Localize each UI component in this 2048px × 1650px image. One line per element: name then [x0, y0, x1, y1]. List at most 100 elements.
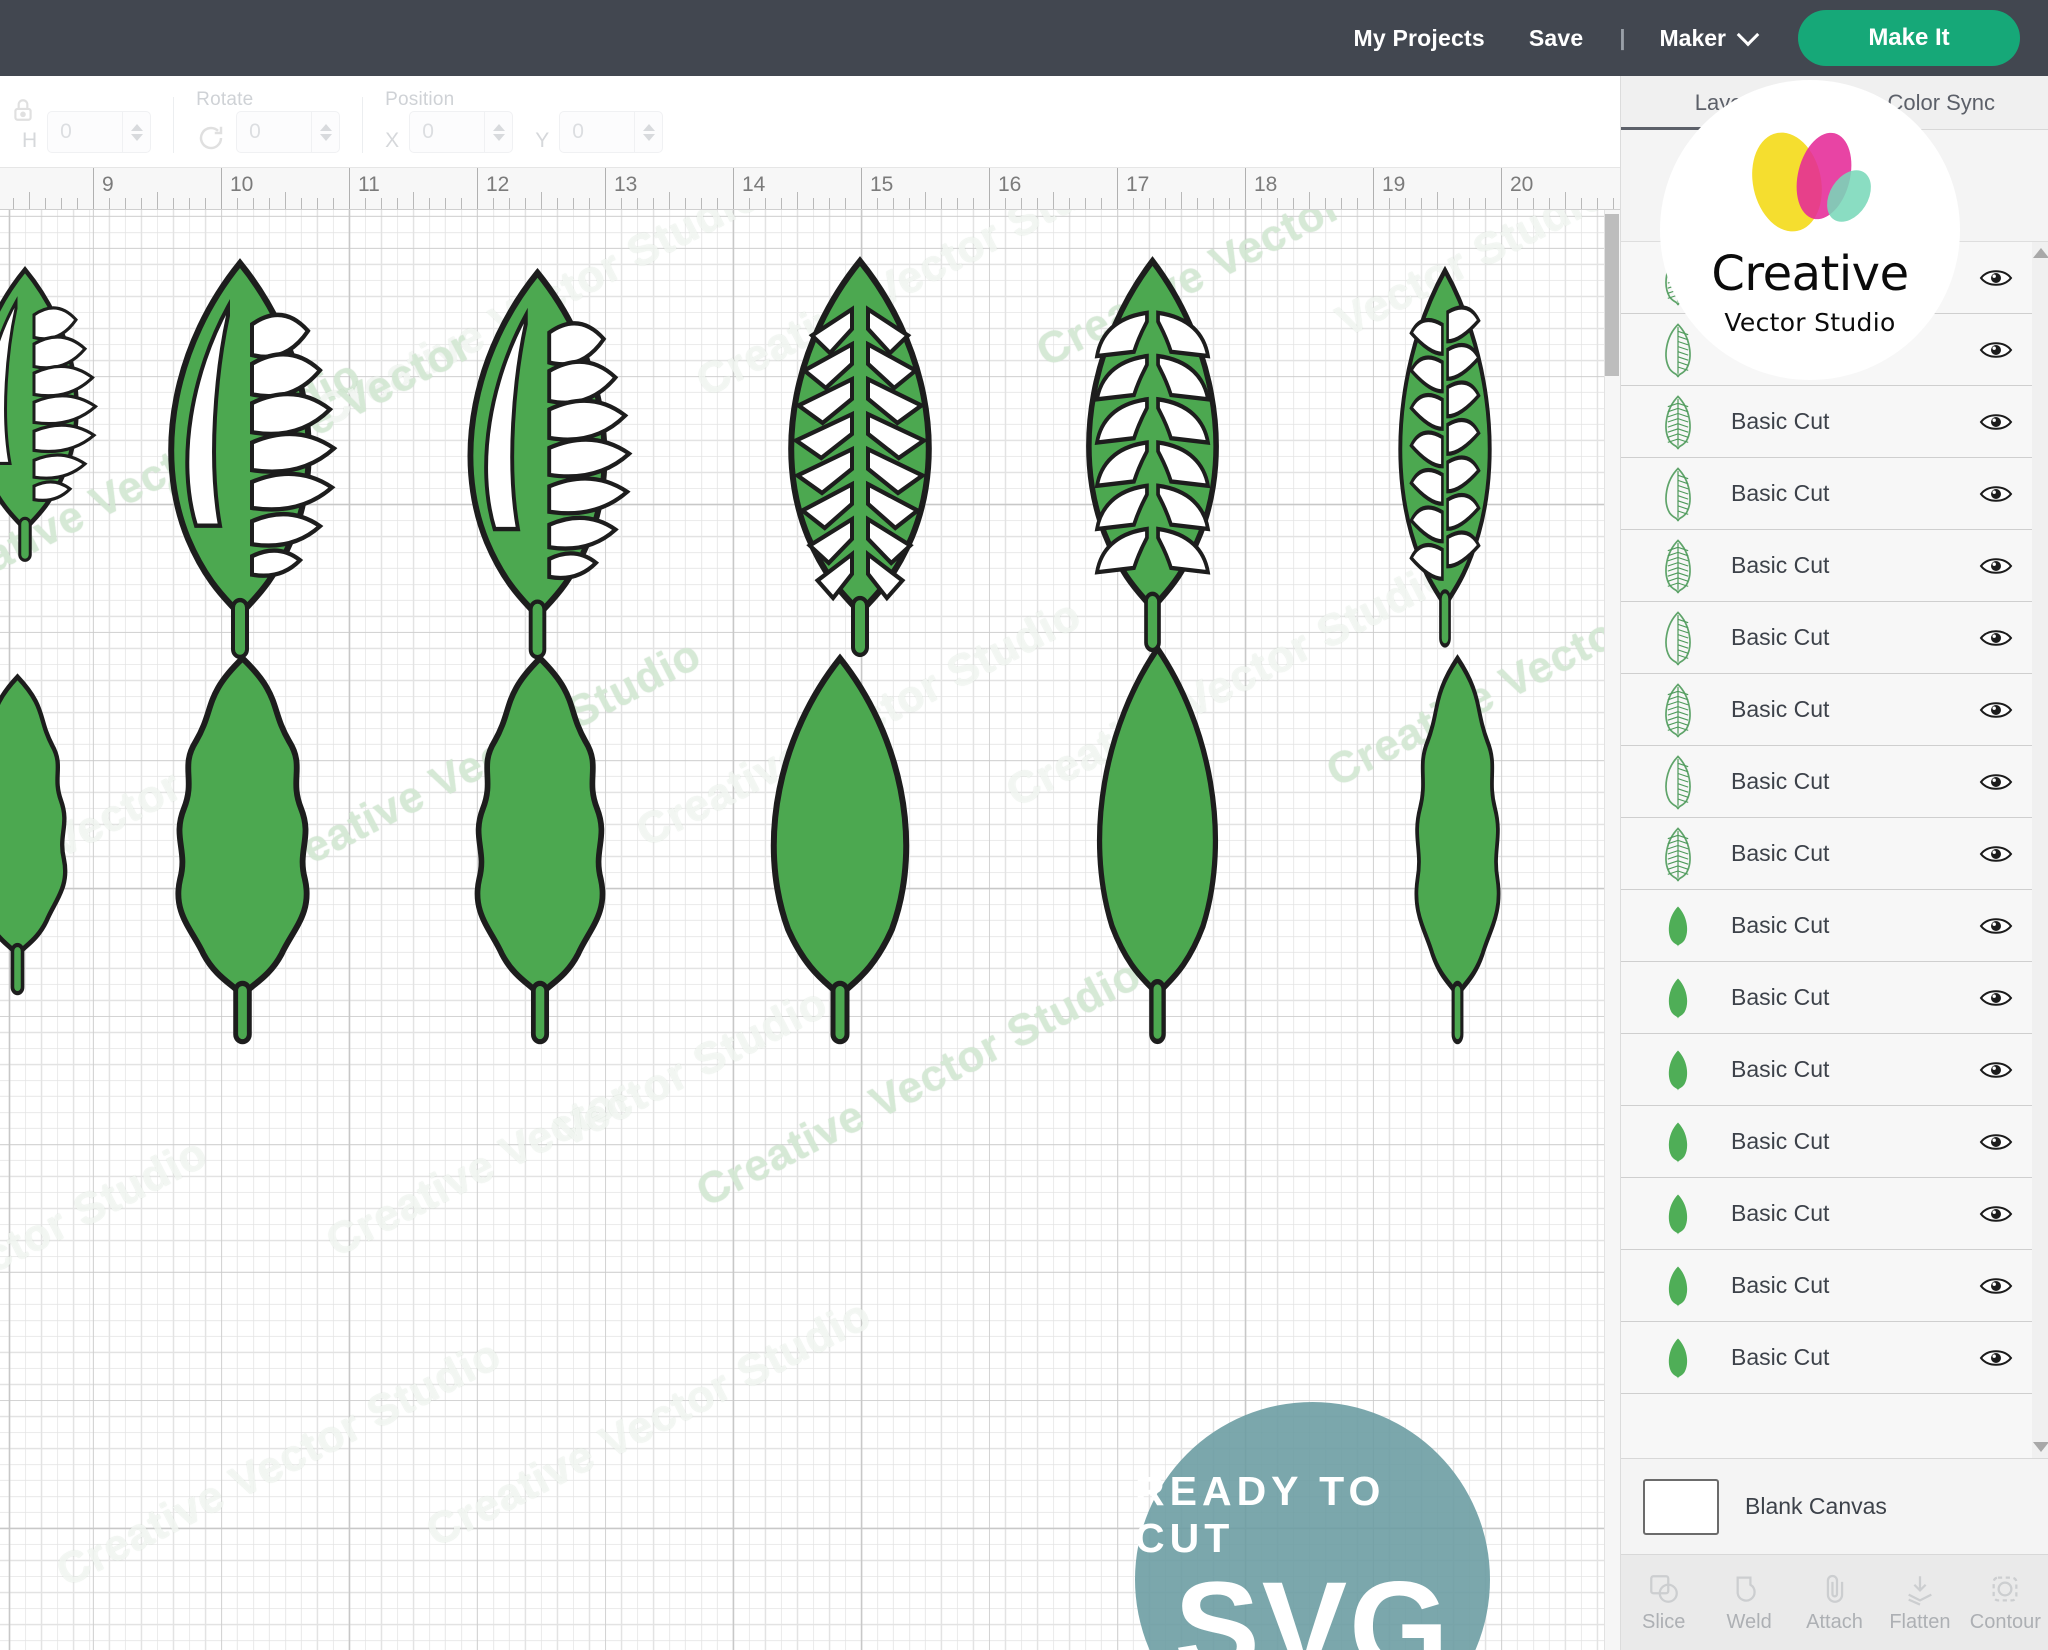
- canvas-leaf-outline-6[interactable]: [1380, 258, 1510, 663]
- layer-visibility-toggle[interactable]: [1960, 1346, 2032, 1370]
- position-x-stepper[interactable]: [484, 112, 512, 152]
- height-input[interactable]: 0: [47, 111, 152, 153]
- flatten-button[interactable]: Flatten: [1877, 1572, 1962, 1634]
- ruler-minor-tick: [1101, 198, 1102, 209]
- ruler-minor-tick: [61, 198, 62, 209]
- rotate-value: 0: [249, 120, 261, 143]
- rotate-icon[interactable]: [196, 123, 226, 153]
- machine-selector[interactable]: Maker: [1640, 23, 1776, 52]
- layer-visibility-toggle[interactable]: [1960, 842, 2032, 866]
- layers-panel[interactable]: Basic Cut Basic Cut Basic Cut Basic Cut: [1621, 242, 2048, 1458]
- canvas-leaf-solid-6[interactable]: [1395, 650, 1520, 1055]
- layer-visibility-toggle[interactable]: [1960, 554, 2032, 578]
- layer-row[interactable]: Basic Cut: [1621, 530, 2032, 602]
- canvas-leaf-solid-4[interactable]: [740, 650, 940, 1055]
- layer-row[interactable]: Basic Cut: [1621, 818, 2032, 890]
- canvas-vertical-scrollbar[interactable]: [1604, 210, 1620, 1650]
- canvas-leaf-solid-5[interactable]: [1070, 640, 1245, 1055]
- canvas-leaf-outline-5[interactable]: [1060, 248, 1245, 668]
- canvas-leaf-outline-4[interactable]: [760, 248, 960, 673]
- attach-button[interactable]: Attach: [1792, 1572, 1877, 1634]
- layer-row[interactable]: Basic Cut: [1621, 962, 2032, 1034]
- layer-visibility-toggle[interactable]: [1960, 698, 2032, 722]
- ruler-minor-tick: [1469, 198, 1470, 209]
- ruler-minor-tick: [269, 198, 270, 209]
- layer-name: Basic Cut: [1731, 696, 1830, 722]
- canvas-color-swatch[interactable]: [1643, 1478, 1719, 1535]
- layers-list[interactable]: Basic Cut Basic Cut Basic Cut Basic Cut: [1621, 242, 2032, 1394]
- design-canvas[interactable]: Creative Vector StudioCreative Vector St…: [0, 210, 1620, 1650]
- logo-subtitle: Vector Studio: [1724, 307, 1896, 337]
- layer-visibility-toggle[interactable]: [1960, 626, 2032, 650]
- chevron-down-icon: [1736, 23, 1760, 46]
- make-it-button[interactable]: Make It: [1798, 10, 2020, 66]
- canvas-background-row[interactable]: Blank Canvas: [1621, 1458, 2048, 1554]
- layer-visibility-toggle[interactable]: [1960, 770, 2032, 794]
- rotate-stepper[interactable]: [311, 112, 339, 152]
- position-y-stepper[interactable]: [634, 112, 662, 152]
- layer-visibility-toggle[interactable]: [1960, 482, 2032, 506]
- layer-name: Basic Cut: [1731, 1056, 1830, 1082]
- layer-row[interactable]: Basic Cut: [1621, 458, 2032, 530]
- ruler-minor-tick: [637, 198, 638, 209]
- ruler-major-tick: [221, 168, 222, 209]
- layer-visibility-toggle[interactable]: [1960, 410, 2032, 434]
- canvas-leaf-outline-1[interactable]: [0, 260, 100, 575]
- rotate-input[interactable]: 0: [236, 111, 341, 153]
- layer-name: Basic Cut: [1731, 1344, 1830, 1370]
- layer-visibility-toggle[interactable]: [1960, 1202, 2032, 1226]
- layer-visibility-toggle[interactable]: [1960, 266, 2032, 290]
- horizontal-ruler: 9101112131415161718192021: [0, 168, 1620, 210]
- layer-visibility-toggle[interactable]: [1960, 338, 2032, 362]
- ruler-minor-tick: [669, 192, 670, 209]
- layer-visibility-toggle[interactable]: [1960, 1274, 2032, 1298]
- ruler-major-tick: [93, 168, 94, 209]
- position-x-input[interactable]: 0: [409, 111, 514, 153]
- ruler-minor-tick: [493, 198, 494, 209]
- ruler-minor-tick: [205, 198, 206, 209]
- canvas-leaf-outline-2[interactable]: [140, 250, 340, 675]
- canvas-leaf-solid-1[interactable]: [0, 670, 90, 1005]
- canvas-leaf-solid-2[interactable]: [145, 650, 340, 1055]
- canvas-leaf-solid-3[interactable]: [445, 650, 635, 1055]
- layer-row[interactable]: Basic Cut: [1621, 1178, 2032, 1250]
- layer-row[interactable]: Basic Cut: [1621, 386, 2032, 458]
- slice-button[interactable]: Slice: [1621, 1572, 1706, 1634]
- layer-row[interactable]: Basic Cut: [1621, 890, 2032, 962]
- eye-icon: [1979, 1277, 2013, 1294]
- layer-row[interactable]: Basic Cut: [1621, 1106, 2032, 1178]
- ruler-minor-tick: [893, 198, 894, 209]
- lock-icon[interactable]: [10, 97, 36, 123]
- layer-visibility-toggle[interactable]: [1960, 1130, 2032, 1154]
- scroll-down-arrow-icon[interactable]: [2033, 1442, 2048, 1452]
- layer-visibility-toggle[interactable]: [1960, 1058, 2032, 1082]
- ruler-label: 9: [102, 173, 114, 196]
- canvas-leaf-outline-3[interactable]: [440, 260, 635, 675]
- height-stepper[interactable]: [122, 112, 150, 152]
- layer-visibility-toggle[interactable]: [1960, 914, 2032, 938]
- eye-icon: [1979, 1205, 2013, 1222]
- ruler-major-tick: [605, 168, 606, 209]
- layers-scrollbar[interactable]: [2032, 242, 2048, 1458]
- my-projects-link[interactable]: My Projects: [1332, 25, 1507, 52]
- scroll-up-arrow-icon[interactable]: [2033, 248, 2048, 258]
- position-y-input[interactable]: 0: [559, 111, 664, 153]
- layer-row[interactable]: Basic Cut: [1621, 1250, 2032, 1322]
- layer-row[interactable]: Basic Cut: [1621, 602, 2032, 674]
- weld-button[interactable]: Weld: [1706, 1572, 1791, 1634]
- slice-button-label: Slice: [1642, 1610, 1686, 1633]
- save-button[interactable]: Save: [1507, 25, 1606, 52]
- layer-row[interactable]: Basic Cut: [1621, 674, 2032, 746]
- layer-row[interactable]: Basic Cut: [1621, 1322, 2032, 1394]
- eye-icon: [1979, 629, 2013, 646]
- layer-visibility-toggle[interactable]: [1960, 986, 2032, 1010]
- layer-row[interactable]: Basic Cut: [1621, 1034, 2032, 1106]
- ruler-minor-tick: [1357, 198, 1358, 209]
- ruler-label: 10: [230, 173, 254, 196]
- layer-row[interactable]: Basic Cut: [1621, 746, 2032, 818]
- layer-name: Basic Cut: [1731, 1128, 1830, 1154]
- canvas-scroll-thumb[interactable]: [1605, 214, 1619, 376]
- contour-button[interactable]: Contour: [1963, 1572, 2048, 1634]
- position-label: Position: [385, 89, 455, 110]
- layer-name: Basic Cut: [1731, 840, 1830, 866]
